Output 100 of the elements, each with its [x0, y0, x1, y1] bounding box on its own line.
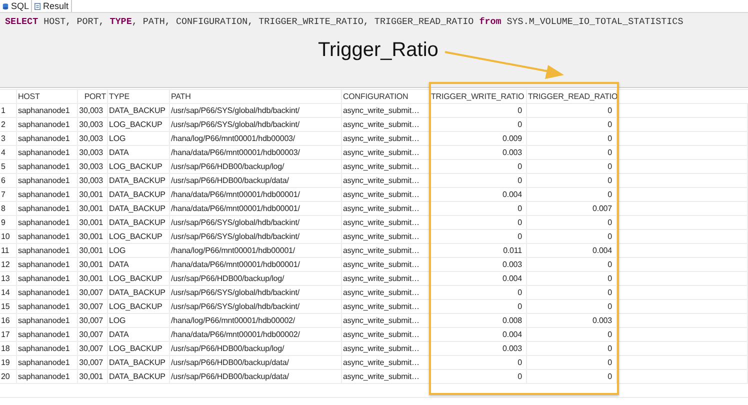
table-cell: saphananode1 [17, 118, 78, 131]
table-cell: saphananode1 [17, 188, 78, 201]
table-cell: DATA [108, 146, 170, 159]
table-cell: saphananode1 [17, 146, 78, 159]
table-cell: 0 [527, 118, 617, 131]
table-cell: 30,001 [78, 230, 108, 243]
column-header[interactable]: CONFIGURATION [342, 90, 430, 103]
table-cell: 0 [527, 216, 617, 229]
table-cell: 0.009 [430, 132, 527, 145]
row-number: 13 [0, 272, 17, 285]
table-cell: async_write_submit… [342, 216, 430, 229]
table-cell: LOG_BACKUP [108, 272, 170, 285]
table-cell: /usr/sap/P66/HDB00/backup/data/ [170, 370, 342, 383]
table-cell: 0 [527, 370, 617, 383]
table-cell: 30,003 [78, 146, 108, 159]
table-cell: DATA [108, 258, 170, 271]
table-cell: 0 [430, 370, 527, 383]
table-cell: 0.004 [430, 188, 527, 201]
table-cell: async_write_submit… [342, 370, 430, 383]
row-number: 14 [0, 286, 17, 299]
table-cell: LOG_BACKUP [108, 300, 170, 313]
table-cell: saphananode1 [17, 300, 78, 313]
table-cell: saphananode1 [17, 328, 78, 341]
table-cell: 0 [430, 202, 527, 215]
table-cell: DATA_BACKUP [108, 370, 170, 383]
row-number: 8 [0, 202, 17, 215]
table-cell: 0.004 [430, 328, 527, 341]
database-icon [2, 2, 9, 10]
table-cell: 0 [527, 286, 617, 299]
table-cell: 30,007 [78, 328, 108, 341]
table-cell: 0.007 [527, 202, 617, 215]
table-cell: 30,007 [78, 342, 108, 355]
table-cell: /usr/sap/P66/HDB00/backup/log/ [170, 160, 342, 173]
row-number: 11 [0, 244, 17, 257]
table-cell: 30,003 [78, 132, 108, 145]
table-cell: /hana/data/P66/mnt00001/hdb00002/ [170, 328, 342, 341]
table-cell: saphananode1 [17, 272, 78, 285]
table-cell: /hana/data/P66/mnt00001/hdb00001/ [170, 202, 342, 215]
table-cell: async_write_submit… [342, 174, 430, 187]
table-cell: async_write_submit… [342, 272, 430, 285]
table-cell: async_write_submit… [342, 258, 430, 271]
row-number: 15 [0, 300, 17, 313]
table-cell: /usr/sap/P66/SYS/global/hdb/backint/ [170, 300, 342, 313]
table-cell: /hana/log/P66/mnt00001/hdb00003/ [170, 132, 342, 145]
row-number: 10 [0, 230, 17, 243]
table-cell: /hana/log/P66/mnt00001/hdb00001/ [170, 244, 342, 257]
tab[interactable]: Result [32, 0, 72, 12]
table-cell: 30,003 [78, 160, 108, 173]
table-cell: 0 [527, 160, 617, 173]
table-cell: /usr/sap/P66/HDB00/backup/data/ [170, 174, 342, 187]
table-cell: 0 [527, 188, 617, 201]
table-cell: /usr/sap/P66/SYS/global/hdb/backint/ [170, 216, 342, 229]
column-header[interactable]: HOST [17, 90, 78, 103]
table-cell: 0 [527, 174, 617, 187]
table-cell: 30,007 [78, 300, 108, 313]
table-cell: /hana/log/P66/mnt00001/hdb00002/ [170, 314, 342, 327]
table-cell: 0.003 [430, 258, 527, 271]
table-cell: 30,001 [78, 216, 108, 229]
table-cell: 0 [430, 118, 527, 131]
column-header[interactable]: PATH [170, 90, 342, 103]
table-cell: saphananode1 [17, 342, 78, 355]
table-cell: async_write_submit… [342, 244, 430, 257]
table-cell: 30,001 [78, 202, 108, 215]
table-cell: saphananode1 [17, 174, 78, 187]
table-cell: DATA_BACKUP [108, 356, 170, 369]
table-cell: async_write_submit… [342, 328, 430, 341]
table-cell: async_write_submit… [342, 188, 430, 201]
column-header[interactable]: TRIGGER_READ_RATIO [527, 90, 617, 103]
row-number: 12 [0, 258, 17, 271]
table-cell: /usr/sap/P66/HDB00/backup/log/ [170, 272, 342, 285]
table-cell: 0 [430, 300, 527, 313]
table-cell: 30,001 [78, 258, 108, 271]
row-number: 16 [0, 314, 17, 327]
table-cell: /hana/data/P66/mnt00001/hdb00001/ [170, 258, 342, 271]
table-cell: async_write_submit… [342, 314, 430, 327]
table-cell: saphananode1 [17, 160, 78, 173]
table-cell: saphananode1 [17, 230, 78, 243]
table-cell: 0.008 [430, 314, 527, 327]
table-cell: saphananode1 [17, 258, 78, 271]
table-cell: async_write_submit… [342, 342, 430, 355]
table-cell: 30,007 [78, 314, 108, 327]
table-cell: 0 [527, 104, 617, 117]
row-number: 20 [0, 370, 17, 383]
table-cell: 0.011 [430, 244, 527, 257]
column-header[interactable]: PORT [78, 90, 108, 103]
table-cell: LOG [108, 314, 170, 327]
table-cell: 0.004 [527, 244, 617, 257]
table-cell: async_write_submit… [342, 230, 430, 243]
table-cell: DATA_BACKUP [108, 202, 170, 215]
table-cell: saphananode1 [17, 286, 78, 299]
tab[interactable]: SQL [0, 0, 32, 12]
column-header[interactable]: TYPE [108, 90, 170, 103]
row-number: 4 [0, 146, 17, 159]
column-header[interactable]: TRIGGER_WRITE_RATIO [430, 90, 527, 103]
table-cell: 0 [430, 160, 527, 173]
table-cell: DATA_BACKUP [108, 104, 170, 117]
table-cell: DATA_BACKUP [108, 286, 170, 299]
table-cell: async_write_submit… [342, 160, 430, 173]
table-cell: 0 [527, 258, 617, 271]
table-cell: 0 [430, 104, 527, 117]
